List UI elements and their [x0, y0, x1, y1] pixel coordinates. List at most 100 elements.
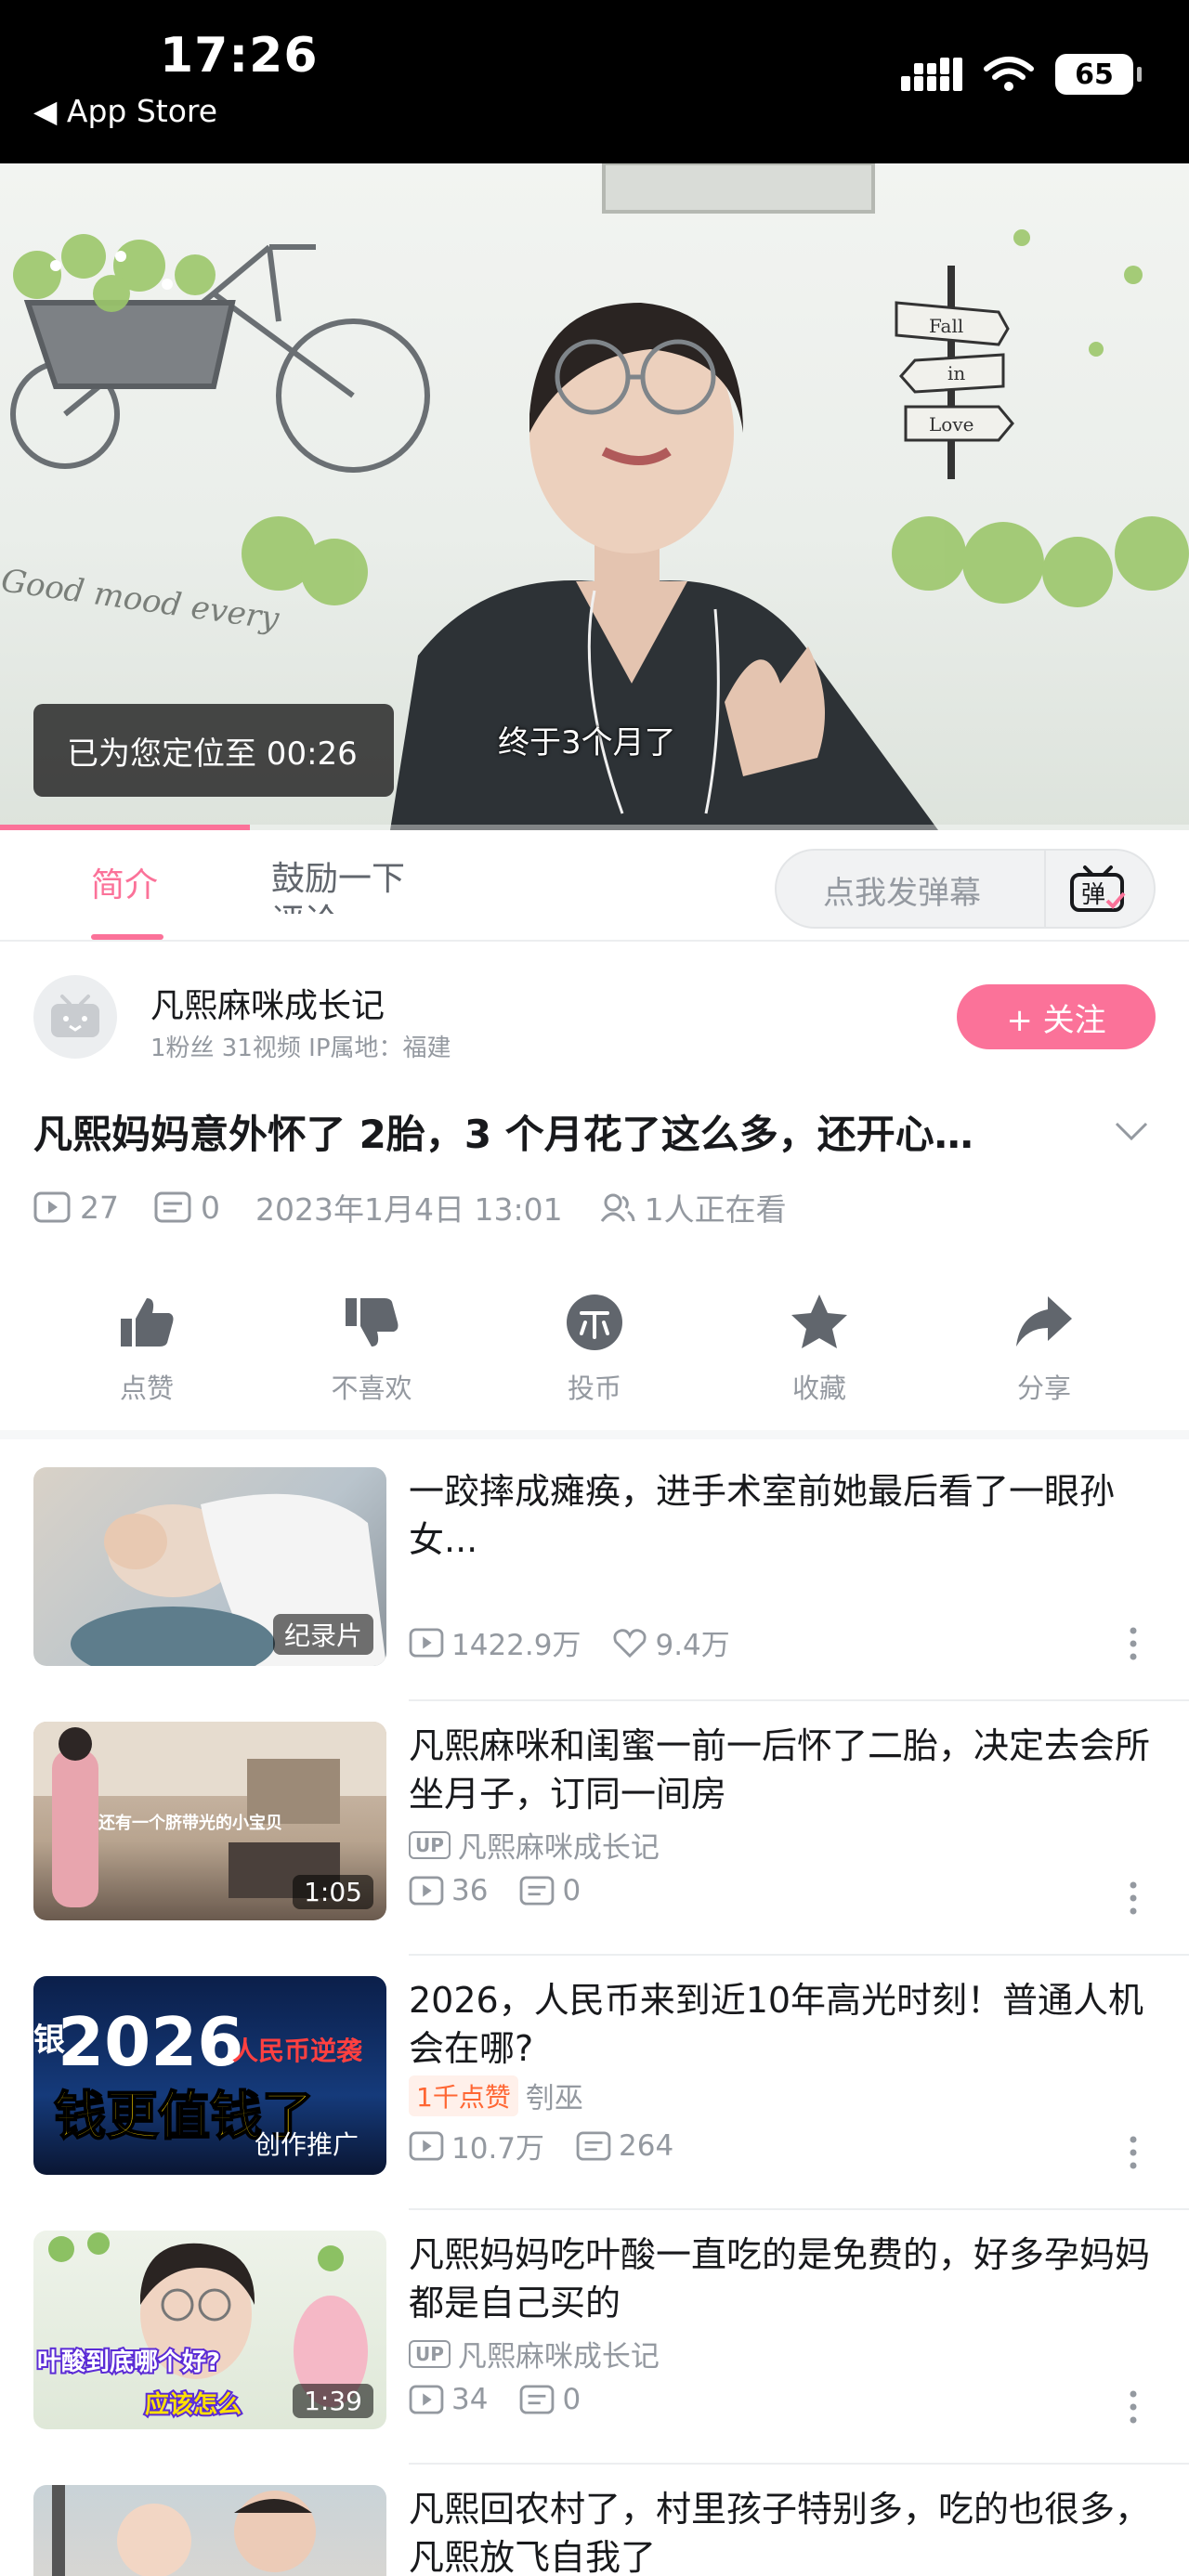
- danmaku-input[interactable]: 点我发弹幕: [823, 867, 981, 913]
- danmaku-count-icon: [154, 1191, 191, 1223]
- svg-text:叶酸到底哪个好?: 叶酸到底哪个好?: [37, 2348, 220, 2376]
- viewers-icon: [600, 1193, 635, 1222]
- danmaku-count-icon: [520, 2385, 555, 2414]
- play-count: 10.7万: [451, 2132, 545, 2166]
- status-bar: 17:26 ◀ App Store 65: [0, 0, 1189, 163]
- list-item[interactable]: 叶酸到底哪个好? 应该怎么 1:39 凡熙妈妈吃叶酸一直吃的是免费的，好多孕妈妈…: [0, 2212, 1189, 2465]
- more-options-icon[interactable]: [1124, 1880, 1143, 1917]
- play-count: 1422.9万: [451, 1629, 581, 1662]
- danmaku-input-box[interactable]: 点我发弹幕 弹: [775, 849, 1156, 929]
- status-icons: 65: [901, 54, 1142, 95]
- share-icon: [1016, 1296, 1072, 1347]
- follow-button[interactable]: + 关注: [957, 984, 1156, 1049]
- dislike-label: 不喜欢: [331, 1373, 412, 1404]
- video-thumbnail[interactable]: 叶酸到底哪个好? 应该怎么 1:39: [33, 2231, 386, 2429]
- card-title[interactable]: 一跤摔成瘫痪，进手术室前她最后看了一眼孙女...: [409, 1467, 1152, 1564]
- danmaku-toggle-icon[interactable]: 弹: [1068, 864, 1128, 914]
- coin-label: 投币: [567, 1373, 621, 1404]
- svg-text:Fall: Fall: [929, 315, 963, 337]
- thumbnail-badge: 纪录片: [272, 1614, 373, 1655]
- author-name: 凡熙麻咪成长记: [457, 1831, 660, 1865]
- share-button[interactable]: 分享: [970, 1291, 1118, 1406]
- play-count-icon: [409, 1627, 444, 1658]
- play-count: 36: [451, 1874, 489, 1907]
- wall-text-decal: Good mood every: [0, 562, 282, 638]
- status-time: 17:26: [160, 28, 319, 84]
- card-author[interactable]: 1千点赞 刳巫: [409, 2075, 583, 2116]
- more-options-icon[interactable]: [1124, 1625, 1143, 1662]
- favorite-label: 收藏: [791, 1373, 846, 1404]
- thumbnail-illustration: [52, 2485, 316, 2576]
- like-label: 点赞: [119, 1373, 174, 1404]
- back-to-app-store-link[interactable]: ◀ App Store: [33, 93, 217, 129]
- up-badge: UP: [409, 1830, 451, 1859]
- favorite-button[interactable]: 收藏: [745, 1291, 894, 1406]
- avatar[interactable]: [33, 975, 117, 1059]
- heart-icon: [613, 1628, 647, 1658]
- video-player[interactable]: Good mood every Fall in Love 已为您定位至 00:2…: [0, 163, 1189, 830]
- divider: [409, 2208, 1189, 2210]
- svg-text:人民币逆袭: 人民币逆袭: [232, 2036, 363, 2066]
- play-count: 34: [451, 2383, 489, 2416]
- video-thumbnail[interactable]: [33, 2485, 386, 2576]
- like-button[interactable]: 点赞: [72, 1291, 221, 1406]
- thumbnail-caption: 还有一个脐带光的小宝贝: [98, 1813, 282, 1833]
- divider: [409, 2463, 1189, 2465]
- tab-active-indicator: [91, 934, 163, 940]
- list-item[interactable]: 银 2026 人民币逆袭 钱更值钱了 创作推广 2026，人民币来到近10年高光…: [0, 1958, 1189, 2210]
- card-title[interactable]: 凡熙回农村了，村里孩子特别多，吃的也很多，凡熙放飞自我了: [409, 2485, 1152, 2576]
- danmaku-count-icon: [576, 2130, 611, 2161]
- thumb-up-icon: [121, 1298, 174, 1347]
- divider: [409, 1954, 1189, 1956]
- danmaku-count: 0: [562, 1874, 581, 1907]
- duration-badge: 1:05: [293, 1875, 373, 1909]
- card-stats: 36 0: [409, 1874, 581, 1907]
- svg-text:应该怎么: 应该怎么: [145, 2390, 242, 2419]
- svg-text:in: in: [947, 362, 965, 384]
- bicycle-decal: [10, 244, 430, 473]
- play-count-icon: [409, 2130, 444, 2161]
- video-title: 凡熙妈妈意外怀了 2胎，3 个月花了这么多，还开心…: [33, 1112, 973, 1157]
- list-item[interactable]: 凡熙回农村了，村里孩子特别多，吃的也很多，凡熙放飞自我了: [0, 2466, 1189, 2576]
- danmaku-count-icon: [520, 1876, 555, 1906]
- list-item[interactable]: 纪录片 一跤摔成瘫痪，进手术室前她最后看了一眼孙女... 1422.9万 9.4…: [0, 1449, 1189, 1701]
- more-options-icon[interactable]: [1124, 2388, 1143, 2426]
- uploader-meta: 1粉丝 31视频 IP属地：福建: [150, 1034, 451, 1062]
- wifi-icon: [984, 57, 1034, 91]
- video-thumbnail[interactable]: 银 2026 人民币逆袭 钱更值钱了 创作推广: [33, 1976, 386, 2175]
- card-stats: 34 0: [409, 2383, 581, 2416]
- uploader-name[interactable]: 凡熙麻咪成长记: [150, 979, 385, 1027]
- dislike-button[interactable]: 不喜欢: [297, 1291, 446, 1406]
- chevron-down-icon[interactable]: [1113, 1120, 1150, 1142]
- danmaku-count: 264: [619, 2128, 674, 2163]
- coin-icon: [567, 1295, 622, 1350]
- danmaku-icon-text: 弹: [1081, 881, 1105, 909]
- divider: [409, 1699, 1189, 1701]
- svg-text:Love: Love: [929, 413, 973, 436]
- promotion-badge: 创作推广: [254, 2129, 359, 2160]
- video-thumbnail[interactable]: 还有一个脐带光的小宝贝 1:05: [33, 1722, 386, 1920]
- uploader-info: 凡熙麻咪成长记 1粉丝 31视频 IP属地：福建 + 关注: [0, 942, 1189, 1090]
- action-bar: 点赞 不喜欢 投币 收藏 分享: [0, 1281, 1189, 1439]
- more-options-icon[interactable]: [1124, 2134, 1143, 2171]
- play-count-icon: [409, 2385, 444, 2414]
- play-count: 27: [80, 1189, 119, 1226]
- author-name: 凡熙麻咪成长记: [457, 2340, 660, 2374]
- coin-button[interactable]: 投币: [520, 1291, 669, 1406]
- signal-icon: [901, 58, 962, 91]
- star-icon: [791, 1295, 847, 1348]
- card-author[interactable]: UP 凡熙麻咪成长记: [409, 2333, 660, 2374]
- author-name: 刳巫: [525, 2082, 583, 2115]
- card-stats: 1422.9万 9.4万: [409, 1621, 730, 1663]
- like-count: 9.4万: [655, 1629, 730, 1662]
- tab-comments[interactable]: 鼓励一下评论: [271, 858, 420, 914]
- tab-intro[interactable]: 简介: [91, 858, 158, 906]
- card-title[interactable]: 凡熙妈妈吃叶酸一直吃的是免费的，好多孕妈妈都是自己买的: [409, 2231, 1152, 2327]
- video-thumbnail[interactable]: 纪录片: [33, 1467, 386, 1666]
- card-author[interactable]: UP 凡熙麻咪成长记: [409, 1824, 660, 1866]
- tv-mascot-icon: [51, 995, 99, 1037]
- card-title[interactable]: 凡熙麻咪和闺蜜一前一后怀了二胎，决定去会所坐月子，订同一间房: [409, 1722, 1152, 1818]
- play-count-icon: [409, 1876, 444, 1906]
- card-title[interactable]: 2026，人民币来到近10年高光时刻！普通人机会在哪?: [409, 1976, 1152, 2073]
- list-item[interactable]: 还有一个脐带光的小宝贝 1:05 凡熙麻咪和闺蜜一前一后怀了二胎，决定去会所坐月…: [0, 1703, 1189, 1956]
